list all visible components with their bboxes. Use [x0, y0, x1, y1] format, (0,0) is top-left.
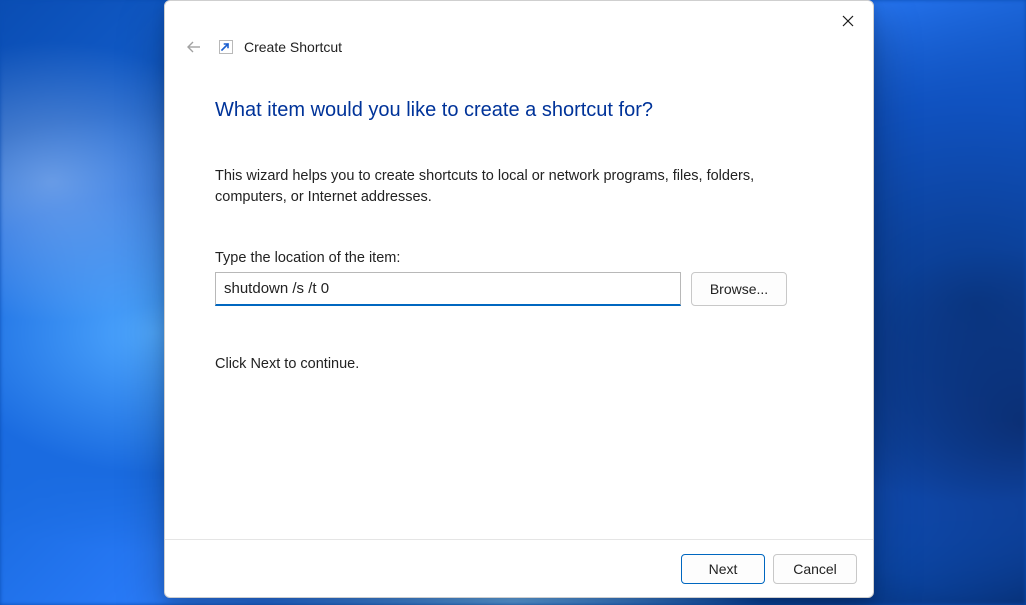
location-label: Type the location of the item: — [215, 250, 823, 266]
shortcut-icon — [218, 39, 234, 55]
close-icon — [842, 15, 854, 27]
create-shortcut-dialog: Create Shortcut What item would you like… — [164, 0, 874, 598]
page-heading: What item would you like to create a sho… — [215, 99, 823, 122]
wizard-description: This wizard helps you to create shortcut… — [215, 166, 775, 208]
next-button[interactable]: Next — [681, 554, 765, 584]
back-button[interactable] — [180, 33, 208, 61]
browse-button[interactable]: Browse... — [691, 272, 787, 306]
wizard-title: Create Shortcut — [244, 39, 342, 55]
cancel-button[interactable]: Cancel — [773, 554, 857, 584]
continue-hint: Click Next to continue. — [215, 356, 823, 372]
wizard-footer: Next Cancel — [165, 539, 873, 597]
wizard-header: Create Shortcut — [165, 29, 873, 65]
wizard-body: What item would you like to create a sho… — [165, 65, 873, 539]
location-row: Browse... — [215, 272, 823, 306]
location-input[interactable] — [215, 272, 681, 306]
back-arrow-icon — [185, 38, 203, 56]
